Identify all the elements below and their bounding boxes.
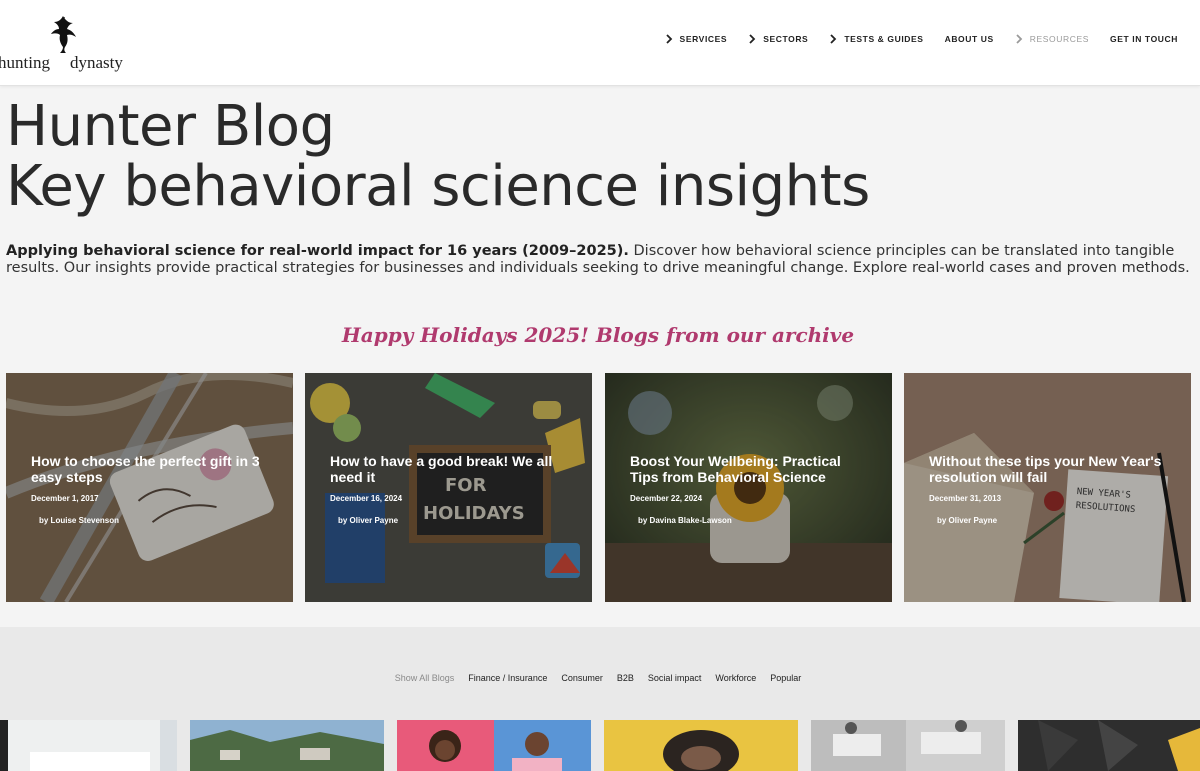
intro-bold: Applying behavioral science for real-wor… <box>6 243 629 259</box>
card-date: December 16, 2024 <box>330 494 403 503</box>
card-author: by Oliver Payne <box>937 516 998 525</box>
chimpanzee-image <box>604 720 798 771</box>
card-author: by Davina Blake-Lawson <box>638 516 732 525</box>
intro-paragraph: Applying behavioral science for real-wor… <box>6 243 1196 277</box>
card-title: How to have a good break! We all need it <box>330 453 553 485</box>
filter-popular[interactable]: Popular <box>770 673 801 683</box>
page-title: Hunter Blog Key behavioral science insig… <box>6 97 870 217</box>
card-overlay <box>904 373 1191 602</box>
nav-get-in-touch-label: GET IN TOUCH <box>1110 34 1178 44</box>
featured-card[interactable]: Boost Your Wellbeing: Practical Tips fro… <box>605 373 892 602</box>
logo-wordmark-left: hunting <box>0 53 50 72</box>
card-title: How to choose the perfect gift in 3 easy… <box>31 453 260 485</box>
site-logo[interactable]: hunting dynasty <box>0 12 140 72</box>
card-overlay <box>305 373 592 602</box>
card-overlay <box>6 373 293 602</box>
blog-thumbnail[interactable] <box>604 720 798 771</box>
nav-about-us-label: ABOUT US <box>944 34 994 44</box>
eagle-logo-icon <box>51 16 76 53</box>
chevron-right-icon <box>748 34 756 44</box>
card-date: December 22, 2024 <box>630 494 703 503</box>
card-author: by Oliver Payne <box>338 516 399 525</box>
featured-card[interactable]: NEW YEAR'S RESOLUTIONS Without these tip… <box>904 373 1191 602</box>
geometric-shapes-image <box>1018 720 1200 771</box>
blog-thumbnail[interactable] <box>0 720 177 771</box>
protest-signs-image <box>811 720 1005 771</box>
nav-tests-guides-label: TESTS & GUIDES <box>844 34 924 44</box>
blog-thumbnail[interactable] <box>811 720 1005 771</box>
nav-sectors[interactable]: SECTORS <box>748 34 808 44</box>
nav-tests-guides[interactable]: TESTS & GUIDES <box>829 34 923 44</box>
blog-thumbnail[interactable] <box>397 720 591 771</box>
nav-sectors-label: SECTORS <box>763 34 809 44</box>
card-overlay <box>605 373 892 602</box>
nav-get-in-touch[interactable]: GET IN TOUCH <box>1110 34 1178 44</box>
featured-card[interactable]: FOR HOLIDAYS How to have a good break! W… <box>305 373 592 602</box>
card-title: Boost Your Wellbeing: Practical Tips fro… <box>630 453 841 485</box>
filter-finance-insurance[interactable]: Finance / Insurance <box>468 673 547 683</box>
filter-b2b[interactable]: B2B <box>617 673 634 683</box>
blog-thumbnail[interactable] <box>190 720 384 771</box>
town-landscape-image <box>190 720 384 771</box>
card-date: December 1, 2017 <box>31 494 99 503</box>
blog-thumbnail[interactable] <box>1018 720 1200 771</box>
chevron-right-icon <box>829 34 837 44</box>
nav-resources-label: RESOURCES <box>1029 34 1090 44</box>
page-title-line-2: Key behavioral science insights <box>6 154 870 219</box>
logo-wordmark-right: dynasty <box>70 53 123 72</box>
nav-services[interactable]: SERVICES <box>665 34 728 44</box>
filter-show-all[interactable]: Show All Blogs <box>395 673 455 683</box>
featured-card[interactable]: How to choose the perfect gift in 3 easy… <box>6 373 293 602</box>
nav-about-us[interactable]: ABOUT US <box>945 34 994 44</box>
bedroom-image <box>0 720 177 771</box>
filter-workforce[interactable]: Workforce <box>715 673 756 683</box>
chevron-right-icon <box>665 34 673 44</box>
filter-consumer[interactable]: Consumer <box>561 673 603 683</box>
card-author: by Louise Stevenson <box>39 516 120 525</box>
nav-services-label: SERVICES <box>679 34 728 44</box>
chevron-right-icon <box>1015 34 1023 44</box>
page-title-line-1: Hunter Blog <box>6 94 335 159</box>
filter-social-impact[interactable]: Social impact <box>648 673 702 683</box>
card-title: Without these tips your New Year's resol… <box>929 453 1162 485</box>
featured-heading: Happy Holidays 2025! Blogs from our arch… <box>341 323 855 347</box>
card-date: December 31, 2013 <box>929 494 1002 503</box>
blog-filter-bar: Show All Blogs Finance / Insurance Consu… <box>0 673 1196 683</box>
main-navigation: SERVICES SECTORS TESTS & GUIDES ABOUT US… <box>644 34 1178 44</box>
site-header: hunting dynasty SERVICES SECTORS TESTS &… <box>0 0 1200 86</box>
nav-resources[interactable]: RESOURCES <box>1015 34 1089 44</box>
people-shrugging-image <box>397 720 591 771</box>
